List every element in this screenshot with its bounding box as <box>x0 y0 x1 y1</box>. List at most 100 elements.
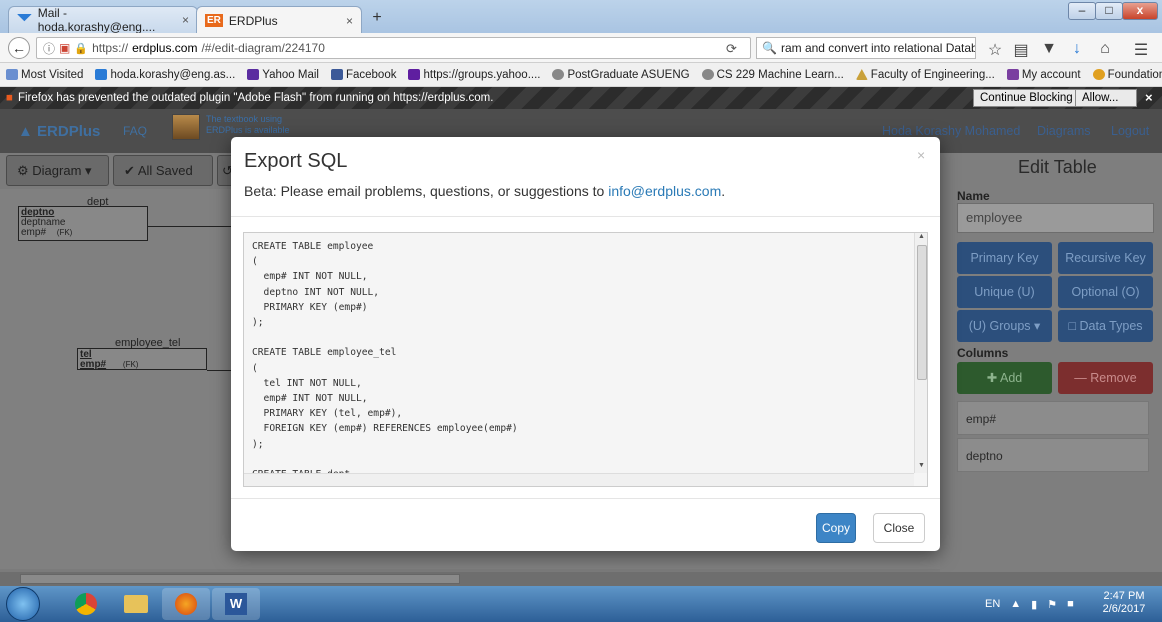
table-name-input[interactable]: employee <box>957 203 1154 233</box>
primary-key-button[interactable]: Primary Key <box>957 242 1052 274</box>
optional-button[interactable]: Optional (O) <box>1058 276 1153 308</box>
faq-link[interactable]: FAQ <box>123 124 147 138</box>
bookmark-my-account[interactable]: My account <box>1006 69 1081 81</box>
tab-close-icon[interactable]: × <box>182 13 189 27</box>
remove-column-button[interactable]: — Remove <box>1058 362 1153 394</box>
bookmark-faculty[interactable]: Faculty of Engineering... <box>855 69 995 81</box>
bookmark-label: Most Visited <box>21 68 84 81</box>
notification-close-icon[interactable]: × <box>1145 90 1153 105</box>
export-sql-modal: Export SQL × Beta: Please email problems… <box>231 137 940 551</box>
vertical-scrollbar[interactable]: ▲ ▼ <box>914 233 927 473</box>
word-icon[interactable]: W <box>212 588 260 620</box>
bookmark-yahoo-mail[interactable]: Yahoo Mail <box>247 69 319 81</box>
menu-icon[interactable]: ☰ <box>1132 40 1150 60</box>
url-path: /#/edit-diagram/224170 <box>201 41 325 55</box>
user-link[interactable]: Hoda Korashy Mohamed <box>882 124 1020 138</box>
maximize-button[interactable]: □ <box>1095 2 1123 20</box>
scroll-thumb[interactable] <box>20 574 460 584</box>
window-close-button[interactable]: x <box>1122 2 1158 20</box>
firefox-icon[interactable] <box>162 588 210 620</box>
column-emp: emp# (FK) <box>21 228 145 238</box>
clock[interactable]: 2:47 PM 2/6/2017 <box>1098 590 1150 616</box>
scroll-down-icon[interactable]: ▼ <box>918 462 925 469</box>
scroll-up-icon[interactable]: ▲ <box>918 233 925 240</box>
home-icon[interactable]: ⌂ <box>1096 40 1114 58</box>
bookmark-most-visited[interactable]: Most Visited <box>6 69 83 81</box>
close-button[interactable]: Close <box>873 513 925 543</box>
tray-expand-icon[interactable]: ▲ <box>1010 598 1021 610</box>
search-icon: 🔍 <box>762 41 777 55</box>
name-label: Name <box>957 189 990 203</box>
table-dept[interactable]: deptno deptname emp# (FK) <box>18 206 148 241</box>
chrome-icon[interactable] <box>62 588 110 620</box>
canvas-horizontal-scrollbar[interactable] <box>0 572 1162 586</box>
url-bar[interactable]: ⓘ ▣ 🔒 https://erdplus.com/#/edit-diagram… <box>36 37 751 59</box>
allow-button[interactable]: Allow... <box>1075 89 1137 107</box>
bookmark-mail[interactable]: hoda.korashy@eng.as... <box>95 69 235 81</box>
tab-close-icon[interactable]: × <box>346 14 353 28</box>
modal-header: Export SQL × Beta: Please email problems… <box>231 137 940 217</box>
lock-icon: 🔒 <box>74 42 89 55</box>
recursive-key-button[interactable]: Recursive Key <box>1058 242 1153 274</box>
scroll-thumb[interactable] <box>917 245 927 380</box>
column-item[interactable]: deptno <box>957 438 1149 472</box>
volume-icon[interactable]: ■ <box>1067 598 1074 610</box>
bookmark-cs229[interactable]: CS 229 Machine Learn... <box>701 69 844 81</box>
explorer-icon[interactable] <box>112 588 160 620</box>
yahoo-icon <box>408 69 421 80</box>
home-icon: ▲ <box>18 123 33 140</box>
start-button[interactable] <box>6 587 40 621</box>
textbook-image[interactable] <box>172 114 200 140</box>
textbook-promo-link[interactable]: The textbook using ERDPlus is available <box>206 114 316 136</box>
reading-list-icon[interactable]: ▤ <box>1012 40 1030 60</box>
bookmark-postgraduate[interactable]: PostGraduate ASUENG <box>552 69 690 81</box>
remove-label: Remove <box>1090 371 1137 385</box>
email-link[interactable]: info@erdplus.com <box>608 183 721 199</box>
reload-icon[interactable]: ⟳ <box>726 41 737 57</box>
plugin-blocked-icon[interactable]: ▣ <box>59 41 70 55</box>
tab-mail[interactable]: Mail - hoda.korashy@eng.... × <box>8 6 198 34</box>
bookmark-label: Facebook <box>345 68 397 81</box>
signal-icon[interactable]: ▮ <box>1031 598 1037 611</box>
sql-output-textarea[interactable]: CREATE TABLE employee ( emp# INT NOT NUL… <box>243 232 928 487</box>
unique-button[interactable]: Unique (U) <box>957 276 1052 308</box>
diagram-menu-button[interactable]: ⚙ Diagram ▾ <box>6 155 109 186</box>
notification-text: Firefox has prevented the outdated plugi… <box>17 92 494 104</box>
relationship-line <box>148 226 233 227</box>
data-types-button[interactable]: □ Data Types <box>1058 310 1153 342</box>
pocket-icon[interactable]: ▼ <box>1040 40 1058 58</box>
tab-erdplus[interactable]: ER ERDPlus × <box>196 6 362 34</box>
table-employee-tel[interactable]: tel emp# (FK) <box>77 348 207 370</box>
search-input[interactable]: 🔍 ram and convert into relational Databa… <box>756 37 976 59</box>
new-tab-button[interactable]: + <box>366 8 388 28</box>
bookmark-star-icon[interactable]: ☆ <box>986 40 1004 60</box>
continue-blocking-button[interactable]: Continue Blocking <box>973 89 1080 107</box>
flag-icon[interactable]: ⚑ <box>1047 598 1057 611</box>
tab-label: ERDPlus <box>228 13 278 28</box>
copy-button[interactable]: Copy <box>816 513 856 543</box>
tab-label: Mail - hoda.korashy@eng.... <box>37 6 156 34</box>
brand-link[interactable]: ▲ ERDPlus <box>18 123 100 140</box>
column-name: emp# <box>80 359 107 370</box>
bookmark-facebook[interactable]: Facebook <box>330 68 397 81</box>
add-column-button[interactable]: ✚ Add <box>957 362 1052 394</box>
bookmark-label: https://groups.yahoo.... <box>423 68 541 81</box>
course-icon <box>1092 69 1105 80</box>
globe-icon <box>552 69 565 80</box>
modal-close-icon[interactable]: × <box>917 147 925 163</box>
column-item[interactable]: emp# <box>957 401 1149 435</box>
info-icon[interactable]: ⓘ <box>43 40 55 57</box>
bookmark-yahoo-groups[interactable]: https://groups.yahoo.... <box>408 69 540 81</box>
diagrams-link[interactable]: Diagrams <box>1037 124 1091 138</box>
u-groups-button[interactable]: (U) Groups ▾ <box>957 310 1052 342</box>
bookmark-foundations[interactable]: Foundations of Progra... <box>1092 69 1162 81</box>
minimize-button[interactable]: – <box>1068 2 1096 20</box>
brand-label: ERDPlus <box>37 123 101 140</box>
checkbox-icon: □ <box>1068 319 1077 333</box>
download-icon[interactable]: ↓ <box>1068 40 1086 58</box>
saved-status-button[interactable]: ✔ All Saved <box>113 155 213 186</box>
horizontal-scrollbar[interactable] <box>244 473 914 486</box>
back-arrow-icon[interactable]: ← <box>8 37 30 59</box>
language-indicator[interactable]: EN <box>985 598 1000 610</box>
logout-link[interactable]: Logout <box>1111 124 1149 138</box>
